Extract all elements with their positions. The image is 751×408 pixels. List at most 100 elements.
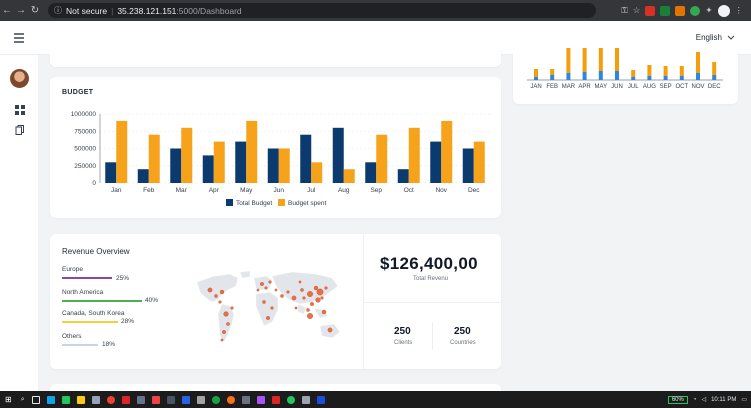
extension-circle-icon[interactable] <box>690 5 701 16</box>
vscode-icon[interactable] <box>181 395 190 404</box>
app-icon-10[interactable] <box>226 395 235 404</box>
bar-budget-spent[interactable] <box>116 120 128 183</box>
address-bar[interactable]: ⓘ Not secure | 35.238.121.151:5000/Dashb… <box>48 3 596 18</box>
y-tick-label: 500000 <box>74 146 96 153</box>
key-icon[interactable]: ⚿ <box>621 5 627 16</box>
month-bar-top[interactable] <box>631 70 636 77</box>
hamburger-menu-icon[interactable] <box>14 33 24 45</box>
month-bar-top[interactable] <box>647 65 652 76</box>
month-bar-top[interactable] <box>550 69 555 75</box>
network-icon[interactable]: ◔ <box>693 397 697 403</box>
month-bar-bottom[interactable] <box>696 73 700 80</box>
month-bar-bottom[interactable] <box>534 77 538 80</box>
extension-green-icon[interactable] <box>660 5 671 16</box>
app-icon-13[interactable] <box>271 395 280 404</box>
month-bar-bottom[interactable] <box>712 75 717 80</box>
month-bar-bottom[interactable] <box>663 76 668 80</box>
bar-total-budget[interactable] <box>462 148 474 184</box>
bar-budget-spent[interactable] <box>441 120 453 183</box>
app-icon-6[interactable] <box>151 395 160 404</box>
reload-icon[interactable]: ↻ <box>28 5 42 16</box>
battery-indicator[interactable]: 60% <box>667 395 688 404</box>
month-bar-bottom[interactable] <box>631 77 636 80</box>
word-icon[interactable] <box>316 395 325 404</box>
month-bar-bottom[interactable] <box>598 71 603 80</box>
app-icon-3[interactable] <box>91 395 100 404</box>
star-icon[interactable]: ☆ <box>633 5 641 16</box>
legend-label[interactable]: Total Budget <box>236 200 272 207</box>
month-bar-bottom[interactable] <box>615 71 619 80</box>
bar-total-budget[interactable] <box>365 162 377 183</box>
forward-icon[interactable]: → <box>14 5 28 16</box>
avatar[interactable] <box>10 69 29 88</box>
app-icon-11[interactable] <box>241 395 250 404</box>
app-icon-12[interactable] <box>256 395 265 404</box>
month-bar-top[interactable] <box>615 47 619 71</box>
adblock-icon[interactable] <box>645 5 656 16</box>
file-explorer-icon[interactable] <box>76 395 85 404</box>
clock[interactable]: 10:11 PM <box>711 397 736 403</box>
bar-budget-spent[interactable] <box>148 134 160 183</box>
app-icon-1[interactable] <box>46 395 55 404</box>
app-icon-5[interactable] <box>136 395 145 404</box>
bar-budget-spent[interactable] <box>246 120 258 183</box>
extension-orange-icon[interactable] <box>675 5 686 16</box>
bar-budget-spent[interactable] <box>213 141 225 183</box>
app-icon-8[interactable] <box>196 395 205 404</box>
back-icon[interactable]: ← <box>0 5 14 16</box>
windows-start-icon[interactable]: ⊞ <box>5 395 12 404</box>
bar-total-budget[interactable] <box>430 141 442 183</box>
app-icon-2[interactable] <box>61 395 70 404</box>
month-bar-bottom[interactable] <box>679 76 684 80</box>
puzzle-icon[interactable]: ✦ <box>705 5 712 16</box>
bar-total-budget[interactable] <box>235 141 247 183</box>
documents-icon[interactable] <box>15 125 25 135</box>
month-bar-top[interactable] <box>582 47 587 72</box>
month-bar-bottom[interactable] <box>550 75 555 80</box>
month-bar-top[interactable] <box>696 52 700 73</box>
app-icon-14[interactable] <box>286 395 295 404</box>
info-icon[interactable]: ⓘ <box>54 5 62 16</box>
month-bar-top[interactable] <box>534 69 538 77</box>
month-bar-bottom[interactable] <box>566 73 571 80</box>
month-bar-bottom[interactable] <box>647 76 652 80</box>
month-bar-top[interactable] <box>663 66 668 76</box>
task-view-icon[interactable] <box>31 395 40 404</box>
month-bar-top[interactable] <box>712 62 717 75</box>
month-bar-top[interactable] <box>566 48 571 73</box>
bar-total-budget[interactable] <box>202 155 214 183</box>
month-bar-top[interactable] <box>679 66 684 76</box>
volume-icon[interactable]: ◁ <box>701 396 706 403</box>
x-tick-label: Aug <box>338 187 350 194</box>
dashboard-icon[interactable] <box>15 105 25 115</box>
bar-budget-spent[interactable] <box>376 134 388 183</box>
bar-total-budget[interactable] <box>332 127 344 183</box>
app-icon-9[interactable] <box>211 395 220 404</box>
bar-budget-spent[interactable] <box>343 169 355 183</box>
bar-total-budget[interactable] <box>170 148 182 184</box>
search-icon[interactable]: ⌕ <box>21 396 25 404</box>
bar-total-budget[interactable] <box>397 169 409 183</box>
menu-icon[interactable]: ⋮ <box>735 5 744 16</box>
bar-total-budget[interactable] <box>267 148 279 184</box>
bar-budget-spent[interactable] <box>181 127 193 183</box>
month-label: NOV <box>691 84 704 90</box>
month-bar-bottom[interactable] <box>582 72 587 80</box>
month-bar-top[interactable] <box>598 45 603 71</box>
bar-budget-spent[interactable] <box>473 141 485 183</box>
chrome-icon[interactable] <box>106 395 115 404</box>
budget-bar-chart: 0 250000 500000 750000 1000000 Jan Feb Mar Apr Ma… <box>71 111 490 207</box>
app-icon-7[interactable] <box>166 395 175 404</box>
language-selector[interactable]: English <box>696 33 735 42</box>
legend-label[interactable]: Budget spent <box>288 200 327 207</box>
bar-total-budget[interactable] <box>105 162 117 183</box>
bar-budget-spent[interactable] <box>278 148 290 184</box>
bar-budget-spent[interactable] <box>311 162 323 183</box>
app-icon-15[interactable] <box>301 395 310 404</box>
bar-total-budget[interactable] <box>300 134 312 183</box>
profile-icon[interactable] <box>717 4 730 17</box>
notification-icon[interactable]: ▭ <box>741 396 747 403</box>
app-icon-4[interactable] <box>121 395 130 404</box>
bar-total-budget[interactable] <box>137 169 149 183</box>
bar-budget-spent[interactable] <box>408 127 420 183</box>
